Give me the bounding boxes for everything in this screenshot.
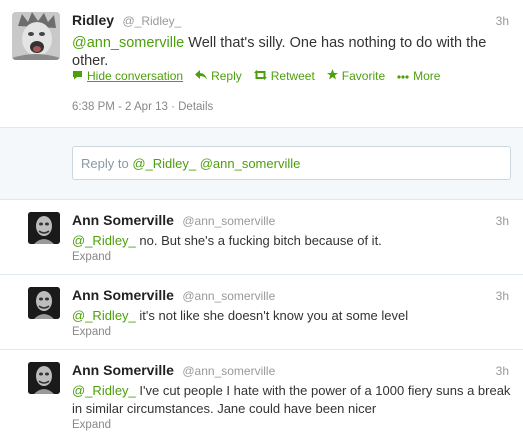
author-row: Ann Somerville @ann_somerville	[72, 287, 275, 305]
mention-link[interactable]: @_Ridley_	[72, 308, 136, 323]
details-link[interactable]: Details	[178, 101, 213, 113]
reply-tweet[interactable]: Ann Somerville @ann_somerville 3h @_Ridl…	[0, 350, 523, 443]
retweet-icon	[253, 69, 267, 83]
tweet-time[interactable]: 3h	[496, 289, 509, 303]
tweet-time[interactable]: 3h	[496, 214, 509, 228]
expand-link[interactable]: Expand	[72, 251, 111, 263]
tweet-time[interactable]: 3h	[496, 14, 509, 28]
retweet-button[interactable]: Retweet	[253, 69, 315, 83]
reply-tweet[interactable]: Ann Somerville @ann_somerville 3h @_Ridl…	[0, 275, 523, 350]
tweet-time[interactable]: 3h	[496, 364, 509, 378]
tweet-actions: Hide conversation Reply Retweet Favorite…	[72, 69, 452, 83]
more-button[interactable]: More	[397, 69, 440, 83]
reply-arrow-icon	[195, 69, 208, 83]
reply-tweet[interactable]: Ann Somerville @ann_somerville 3h @_Ridl…	[0, 200, 523, 275]
author-row: Ann Somerville @ann_somerville	[72, 362, 275, 380]
reply-input[interactable]: Reply to @_Ridley_ @ann_somerville	[72, 146, 511, 180]
author-fullname[interactable]: Ann Somerville	[72, 212, 174, 228]
author-screen-name[interactable]: @ann_somerville	[182, 214, 275, 228]
author-fullname[interactable]: Ann Somerville	[72, 362, 174, 378]
main-tweet: Ridley @_Ridley_ 3h @ann_somerville Well…	[0, 0, 523, 128]
reply-section: Reply to @_Ridley_ @ann_somerville	[0, 128, 523, 200]
tweet-body: I've cut people I hate with the power of…	[72, 383, 511, 416]
expand-link[interactable]: Expand	[72, 326, 111, 338]
dots-icon	[397, 70, 409, 82]
mention-link[interactable]: @_Ridley_	[72, 233, 136, 248]
speech-bubble-icon	[72, 70, 83, 83]
tweet-text: @ann_somerville Well that's silly. One h…	[72, 34, 492, 70]
avatar[interactable]	[12, 12, 60, 60]
tweet-text: @_Ridley_ I've cut people I hate with th…	[72, 382, 512, 418]
reply-button[interactable]: Reply	[195, 69, 242, 83]
tweet-body: no. But she's a fucking bitch because of…	[135, 233, 382, 248]
author-screen-name[interactable]: @ann_somerville	[182, 364, 275, 378]
author-row: Ridley @_Ridley_	[72, 12, 181, 30]
expand-link[interactable]: Expand	[72, 419, 111, 431]
mention-link[interactable]: @_Ridley_	[72, 383, 136, 398]
tweet-body: it's not like she doesn't know you at so…	[135, 308, 409, 323]
avatar[interactable]	[28, 287, 60, 319]
hide-conversation-link[interactable]: Hide conversation	[72, 69, 183, 83]
avatar[interactable]	[28, 212, 60, 244]
tweet-meta: 6:38 PM - 2 Apr 13 · Details	[72, 101, 213, 113]
author-fullname[interactable]: Ann Somerville	[72, 287, 174, 303]
tweet-timestamp[interactable]: 6:38 PM - 2 Apr 13	[72, 101, 168, 113]
tweet-text: @_Ridley_ it's not like she doesn't know…	[72, 307, 512, 325]
mention-link[interactable]: @ann_somerville	[72, 35, 184, 51]
author-screen-name[interactable]: @_Ridley_	[122, 14, 181, 28]
author-row: Ann Somerville @ann_somerville	[72, 212, 275, 230]
star-icon	[326, 69, 338, 83]
author-screen-name[interactable]: @ann_somerville	[182, 289, 275, 303]
author-fullname[interactable]: Ridley	[72, 12, 114, 28]
favorite-button[interactable]: Favorite	[326, 69, 385, 83]
tweet-text: @_Ridley_ no. But she's a fucking bitch …	[72, 232, 512, 250]
reply-placeholder-mentions: @_Ridley_ @ann_somerville	[132, 156, 301, 171]
reply-placeholder-prefix: Reply to	[81, 156, 133, 171]
avatar[interactable]	[28, 362, 60, 394]
